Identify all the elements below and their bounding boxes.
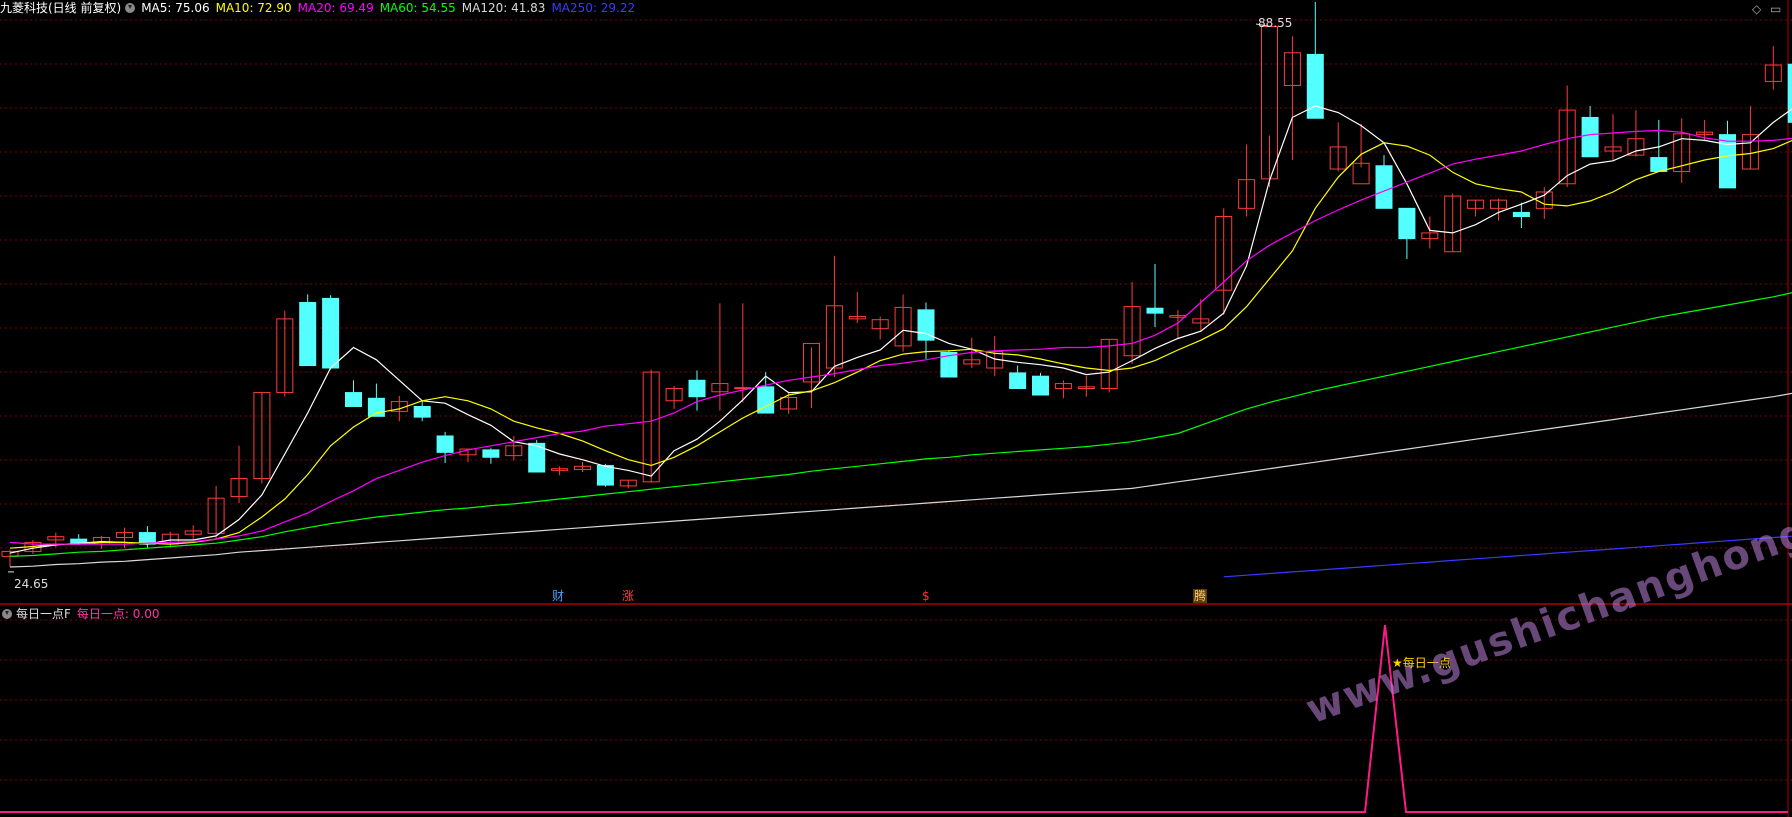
candle-body — [1146, 307, 1164, 314]
dropdown-icon[interactable] — [125, 3, 136, 13]
candle-body — [138, 532, 156, 545]
chart-header: 九菱科技(日线 前复权) MA5: 75.06 MA10: 72.90 MA20: 6… — [0, 0, 647, 16]
ma-line-ma120 — [9, 392, 1792, 568]
diamond-icon[interactable]: ◇ — [1752, 2, 1761, 16]
event-tag-limit-up[interactable]: 涨 — [621, 589, 635, 603]
indicator-value: 每日一点: 0.00 — [76, 607, 160, 621]
indicator-name[interactable]: 每日一点F — [16, 607, 71, 621]
candle-body — [596, 464, 614, 486]
candle-body — [1512, 211, 1530, 218]
ma-legend-5: MA250: 29.22 — [551, 1, 636, 15]
candle-body — [1398, 207, 1416, 240]
event-tag-finance[interactable]: 财 — [551, 589, 565, 603]
indicator-header: 每日一点F 每日一点: 0.00 — [0, 606, 159, 622]
kline-chart[interactable] — [0, 0, 1792, 817]
candle-body — [1719, 134, 1736, 189]
ma-legend-1: MA10: 72.90 — [215, 1, 292, 15]
candle-body — [322, 297, 340, 369]
ma-legend-2: MA20: 69.49 — [297, 1, 374, 15]
stock-title[interactable]: 九菱科技(日线 前复权) — [0, 1, 121, 15]
ma-legend-4: MA120: 41.83 — [461, 1, 546, 15]
indicator-dropdown-icon[interactable] — [2, 609, 12, 619]
candle-body — [482, 449, 500, 458]
candle-body — [1032, 375, 1049, 396]
event-tag-dollar[interactable]: $ — [921, 589, 931, 603]
candle-body — [1650, 157, 1668, 172]
low-price-label: 24.65 — [14, 577, 49, 591]
ma-legend-3: MA60: 54.55 — [379, 1, 456, 15]
event-tag-rise[interactable]: 腾 — [1193, 589, 1208, 603]
candle-body — [1375, 165, 1393, 209]
ma-legend-0: MA5: 75.06 — [141, 1, 210, 15]
candle-body — [436, 435, 454, 453]
candle-body — [413, 405, 431, 418]
candle-body — [1581, 116, 1599, 158]
candle-body — [1787, 63, 1792, 123]
candle-body — [1009, 372, 1027, 389]
candle-body — [688, 379, 706, 398]
ma-legend: MA5: 75.06 MA10: 72.90 MA20: 69.49 MA60: 54… — [141, 1, 641, 15]
window-icon[interactable]: ▭ — [1770, 2, 1781, 16]
candle-body — [299, 302, 317, 367]
high-price-label: 88.55 — [1258, 16, 1293, 30]
candle-body — [345, 392, 362, 407]
